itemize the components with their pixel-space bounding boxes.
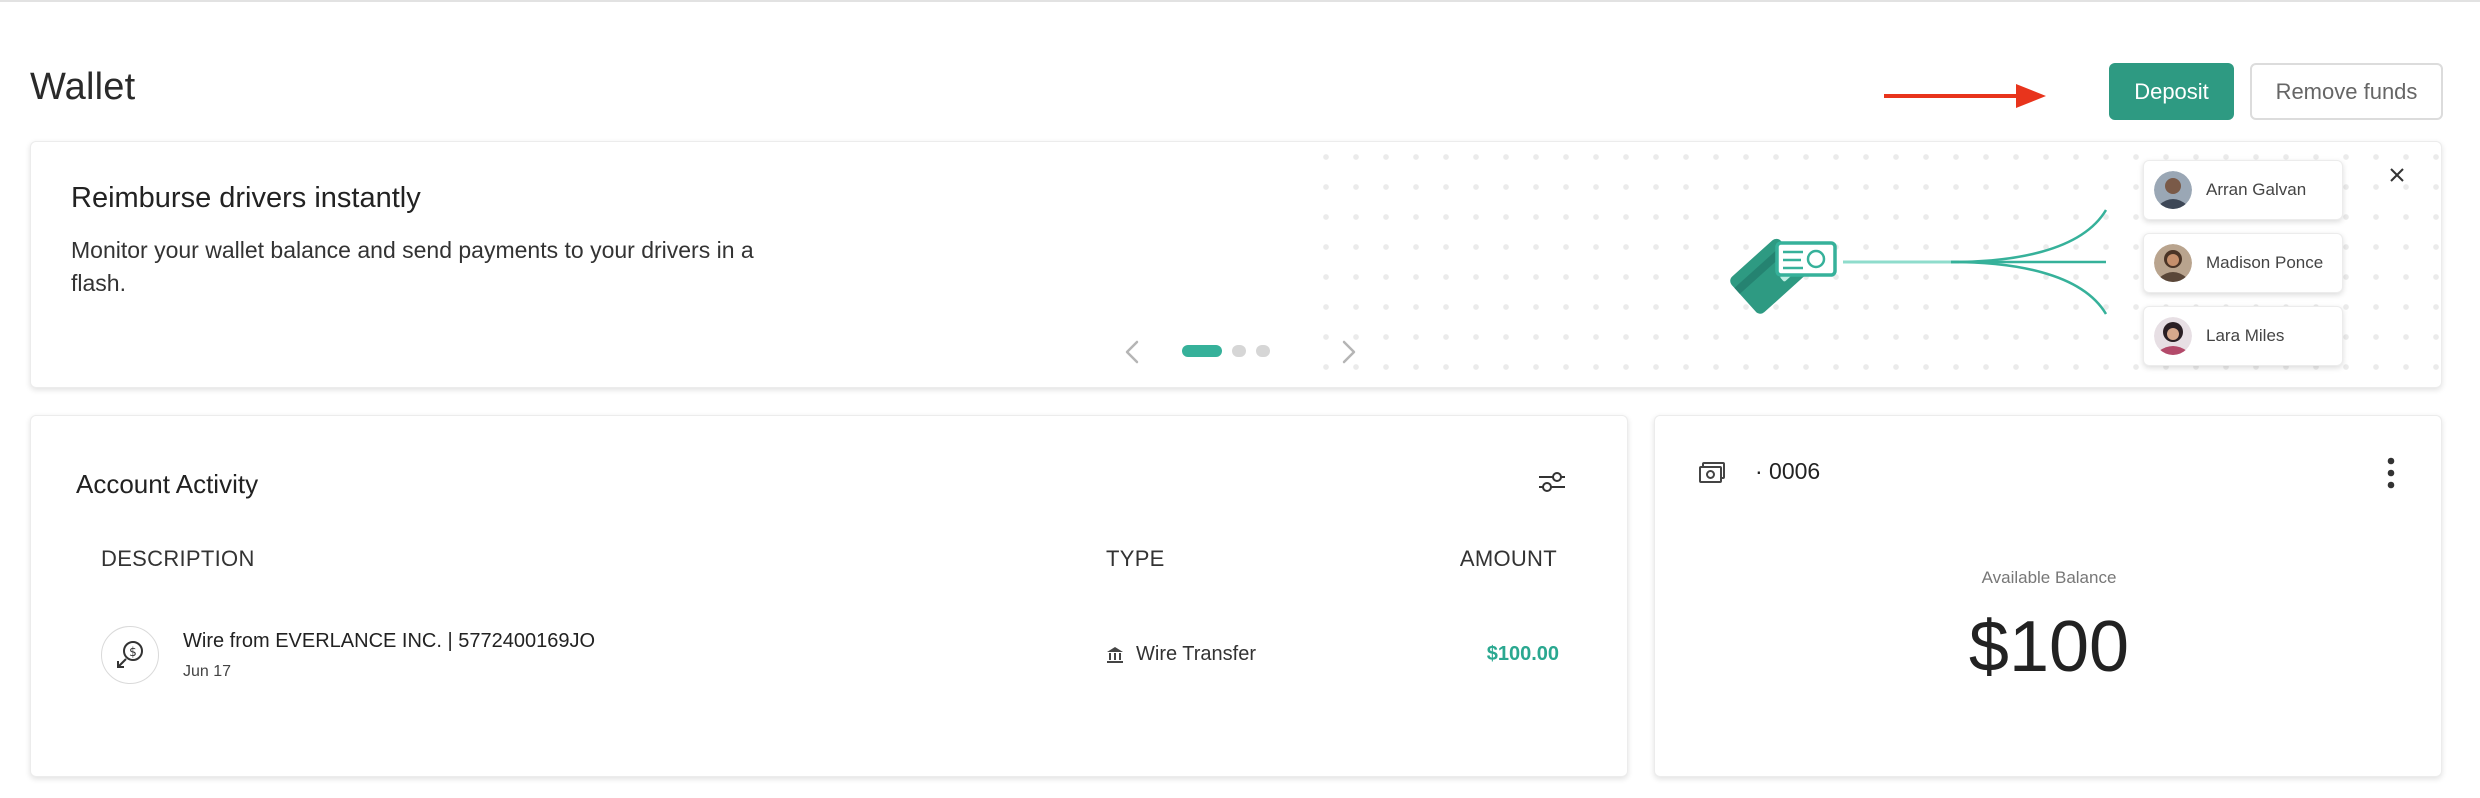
close-icon[interactable] (2386, 164, 2408, 186)
driver-name: Madison Ponce (2206, 253, 2324, 272)
deposit-button[interactable]: Deposit (2109, 63, 2234, 120)
avatar (2154, 171, 2192, 209)
banner-title: Reimburse drivers instantly (71, 182, 421, 214)
column-header-description: DESCRIPTION (101, 546, 255, 571)
filter-icon[interactable] (1536, 466, 1568, 498)
driver-card[interactable]: Arran Galvan (2143, 160, 2343, 220)
carousel-dot-1[interactable] (1182, 345, 1222, 357)
banner-text: Monitor your wallet balance and send pay… (71, 237, 754, 296)
driver-card[interactable]: Lara Miles (2143, 306, 2343, 366)
balance-card: · 0006 Available Balance $100 (1654, 415, 2442, 777)
annotation-arrow (1884, 84, 2046, 108)
page-title: Wallet (30, 66, 136, 108)
balance-label: Available Balance (1981, 568, 2117, 587)
carousel-pagination (1182, 345, 1270, 357)
account-number: · 0006 (1755, 458, 1821, 484)
account-activity-card: Account Activity DESCRIPTION TYPE AMOUNT… (30, 415, 1628, 777)
remove-funds-button[interactable]: Remove funds (2250, 63, 2443, 120)
chevron-left-icon[interactable] (1121, 337, 1145, 367)
bank-icon (1107, 646, 1123, 663)
carousel-dot-2[interactable] (1232, 345, 1246, 357)
table-row[interactable]: $ Wire from EVERLANCE INC. | 5772400169J… (31, 616, 1629, 716)
row-description: Wire from EVERLANCE INC. | 5772400169JO (183, 630, 596, 652)
chevron-right-icon[interactable] (1336, 337, 1360, 367)
svg-text:$: $ (129, 645, 137, 659)
row-amount: $100.00 (1486, 643, 1559, 665)
column-header-type: TYPE (1106, 546, 1165, 571)
driver-card[interactable]: Madison Ponce (2143, 233, 2343, 293)
balance-value: $100 (1968, 607, 2130, 687)
card-payment-illustration (1730, 209, 2108, 315)
avatar (2154, 317, 2192, 355)
top-border (0, 0, 2480, 2)
row-type: Wire Transfer (1106, 643, 1256, 666)
column-header-amount: AMOUNT (1459, 546, 1557, 571)
carousel-dot-3[interactable] (1256, 345, 1270, 357)
deposit-icon: $ (101, 626, 159, 684)
row-date: Jun 17 (183, 663, 232, 680)
row-type-label: Wire Transfer (1136, 643, 1257, 665)
driver-name: Arran Galvan (2206, 180, 2307, 199)
cash-icon (1699, 462, 1725, 483)
kebab-menu-icon[interactable] (2385, 456, 2397, 490)
avatar (2154, 244, 2192, 282)
driver-name: Lara Miles (2206, 326, 2285, 345)
section-title: Account Activity (76, 469, 259, 499)
promo-banner: Reimburse drivers instantly Monitor your… (30, 141, 2442, 388)
